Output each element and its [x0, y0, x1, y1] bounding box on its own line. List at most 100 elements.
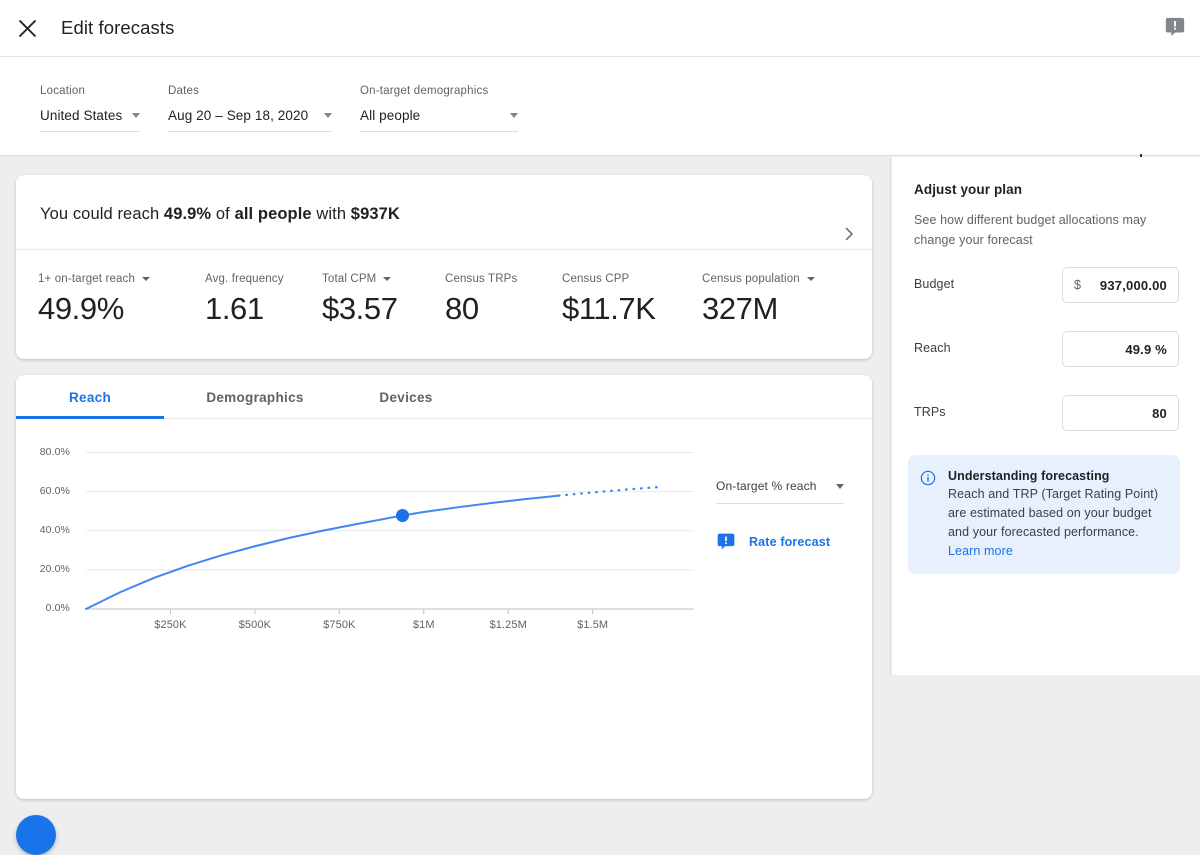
- metric-total-cpm[interactable]: Total CPM $3.57: [322, 273, 445, 329]
- chevron-down-icon: [836, 483, 844, 489]
- budget-currency-prefix: $: [1074, 278, 1081, 292]
- forecast-summary-card: You could reach 49.9% of all people with…: [16, 175, 872, 359]
- headline-part1: You could reach: [40, 205, 164, 223]
- close-icon[interactable]: [15, 16, 39, 40]
- chart-tabs: Reach Demographics Devices: [16, 375, 872, 419]
- y-axis-tick: 0.0%: [45, 602, 70, 614]
- info-title: Understanding forecasting: [948, 469, 1110, 483]
- x-axis-tick: $500K: [238, 619, 272, 631]
- reach-label: Reach: [914, 341, 951, 355]
- y-axis-tick: 20.0%: [39, 562, 70, 575]
- budget-field-row: Budget $ 937,000.00: [914, 267, 1179, 303]
- trps-value: 80: [1152, 405, 1167, 421]
- headline: You could reach 49.9% of all people with…: [16, 175, 872, 224]
- headline-audience: all people: [234, 205, 312, 223]
- trps-field-row: TRPs 80: [914, 395, 1179, 431]
- budget-input[interactable]: $ 937,000.00: [1062, 267, 1179, 303]
- trps-label: TRPs: [914, 405, 946, 419]
- tab-reach[interactable]: Reach: [16, 375, 164, 419]
- page-title: Edit forecasts: [61, 17, 175, 38]
- tab-demographics[interactable]: Demographics: [171, 375, 339, 419]
- tab-devices[interactable]: Devices: [344, 375, 468, 419]
- forecasting-info-box: Understanding forecasting Reach and TRP …: [908, 455, 1180, 574]
- headline-part3: with: [311, 205, 351, 223]
- budget-label: Budget: [914, 277, 955, 291]
- series-selector[interactable]: On-target % reach: [716, 479, 844, 504]
- metric-label: Total CPM: [322, 273, 377, 285]
- y-axis-tick: 80.0%: [39, 445, 70, 458]
- metric-header[interactable]: Census population: [702, 273, 832, 285]
- metrics-row: 1+ on-target reach 49.9% Avg. frequency …: [16, 249, 872, 359]
- info-icon: [920, 470, 938, 560]
- metric-header[interactable]: 1+ on-target reach: [38, 273, 205, 285]
- app-bar: Edit forecasts: [0, 0, 1200, 57]
- chart-card: Reach Demographics Devices 0.0% 20.0% 40.0…: [16, 375, 872, 799]
- reach-value: 49.9 %: [1125, 341, 1167, 357]
- y-axis-tick: 40.0%: [39, 523, 70, 536]
- reach-curve-chart: 0.0% 20.0% 40.0% 60.0% 80.0% $250K $500K $750K…: [16, 419, 872, 799]
- chevron-down-icon: [383, 277, 392, 281]
- headline-budget: $937K: [350, 205, 400, 223]
- metric-value: 49.9%: [38, 291, 124, 326]
- info-body: Understanding forecasting Reach and TRP …: [948, 469, 1166, 560]
- chevron-down-icon: [132, 113, 141, 118]
- trps-input[interactable]: 80: [1062, 395, 1179, 431]
- filter-location-value: United States: [40, 108, 123, 123]
- x-axis-tick: $1.5M: [577, 619, 609, 631]
- rate-forecast-label: Rate forecast: [749, 535, 831, 549]
- filter-bar: Location United States Dates Aug 20 – Se…: [0, 57, 1200, 170]
- info-text: Reach and TRP (Target Rating Point) are …: [948, 487, 1159, 539]
- metric-census-population[interactable]: Census population 327M: [702, 273, 832, 329]
- metric-label: 1+ on-target reach: [38, 273, 135, 285]
- filter-demographics-value: All people: [360, 108, 421, 123]
- panel-subtitle: See how different budget allocations may…: [914, 213, 1147, 247]
- learn-more-link[interactable]: Learn more: [948, 544, 1013, 558]
- adjust-plan-panel: Adjust your plan See how different budge…: [892, 157, 1200, 675]
- metric-census-trps: Census TRPs 80: [445, 273, 562, 329]
- metric-label: Census CPP: [562, 273, 630, 285]
- main-content: You could reach 49.9% of all people with…: [0, 157, 891, 855]
- metric-value: 1.61: [205, 291, 264, 326]
- filter-location[interactable]: Location United States: [40, 85, 141, 132]
- filter-dates-control[interactable]: Aug 20 – Sep 18, 2020: [168, 108, 332, 132]
- metric-header: Census TRPs: [445, 273, 562, 285]
- headline-reach: 49.9%: [163, 205, 212, 223]
- chevron-right-icon: [845, 227, 853, 241]
- filter-location-control[interactable]: United States: [40, 108, 141, 132]
- metric-value: 80: [445, 291, 479, 326]
- filter-location-label: Location: [40, 85, 86, 97]
- feedback-icon[interactable]: [1164, 16, 1188, 40]
- filter-dates[interactable]: Dates Aug 20 – Sep 18, 2020: [168, 85, 332, 132]
- filter-demographics[interactable]: On-target demographics All people: [360, 85, 518, 132]
- chevron-down-icon: [806, 277, 815, 281]
- filter-demographics-control[interactable]: All people: [360, 108, 518, 132]
- metric-on-target-reach[interactable]: 1+ on-target reach 49.9%: [38, 273, 205, 329]
- help-fab[interactable]: [16, 815, 56, 855]
- metric-header[interactable]: Total CPM: [322, 273, 445, 285]
- panel-title: Adjust your plan: [914, 182, 1023, 197]
- metric-header: Census CPP: [562, 273, 702, 285]
- rate-forecast-link[interactable]: Rate forecast: [716, 532, 830, 552]
- chevron-down-icon: [324, 113, 332, 118]
- x-axis-tick: $750K: [323, 619, 356, 631]
- x-axis-tick: $1M: [412, 619, 435, 631]
- feedback-icon: [717, 533, 735, 550]
- metric-avg-frequency: Avg. frequency 1.61: [205, 273, 322, 329]
- metric-value: $3.57: [322, 291, 398, 326]
- metric-label: Census TRPs: [445, 273, 518, 285]
- chevron-down-icon: [510, 113, 518, 118]
- series-selector-label: On-target % reach: [716, 479, 817, 493]
- y-axis-tick: 60.0%: [39, 484, 70, 497]
- metric-label: Census population: [702, 273, 800, 285]
- x-axis-tick: $250K: [154, 619, 187, 631]
- budget-value: 937,000.00: [1099, 277, 1167, 293]
- metrics-next-button[interactable]: [836, 221, 862, 247]
- metric-census-cpp: Census CPP $11.7K: [562, 273, 702, 329]
- x-axis-tick: $1.25M: [489, 619, 527, 631]
- headline-part2: of: [211, 205, 235, 223]
- metric-header: Avg. frequency: [205, 273, 322, 285]
- reach-field-row: Reach 49.9 %: [914, 331, 1179, 367]
- metric-value: 327M: [702, 291, 778, 326]
- reach-input[interactable]: 49.9 %: [1062, 331, 1179, 367]
- metric-value: $11.7K: [562, 291, 656, 326]
